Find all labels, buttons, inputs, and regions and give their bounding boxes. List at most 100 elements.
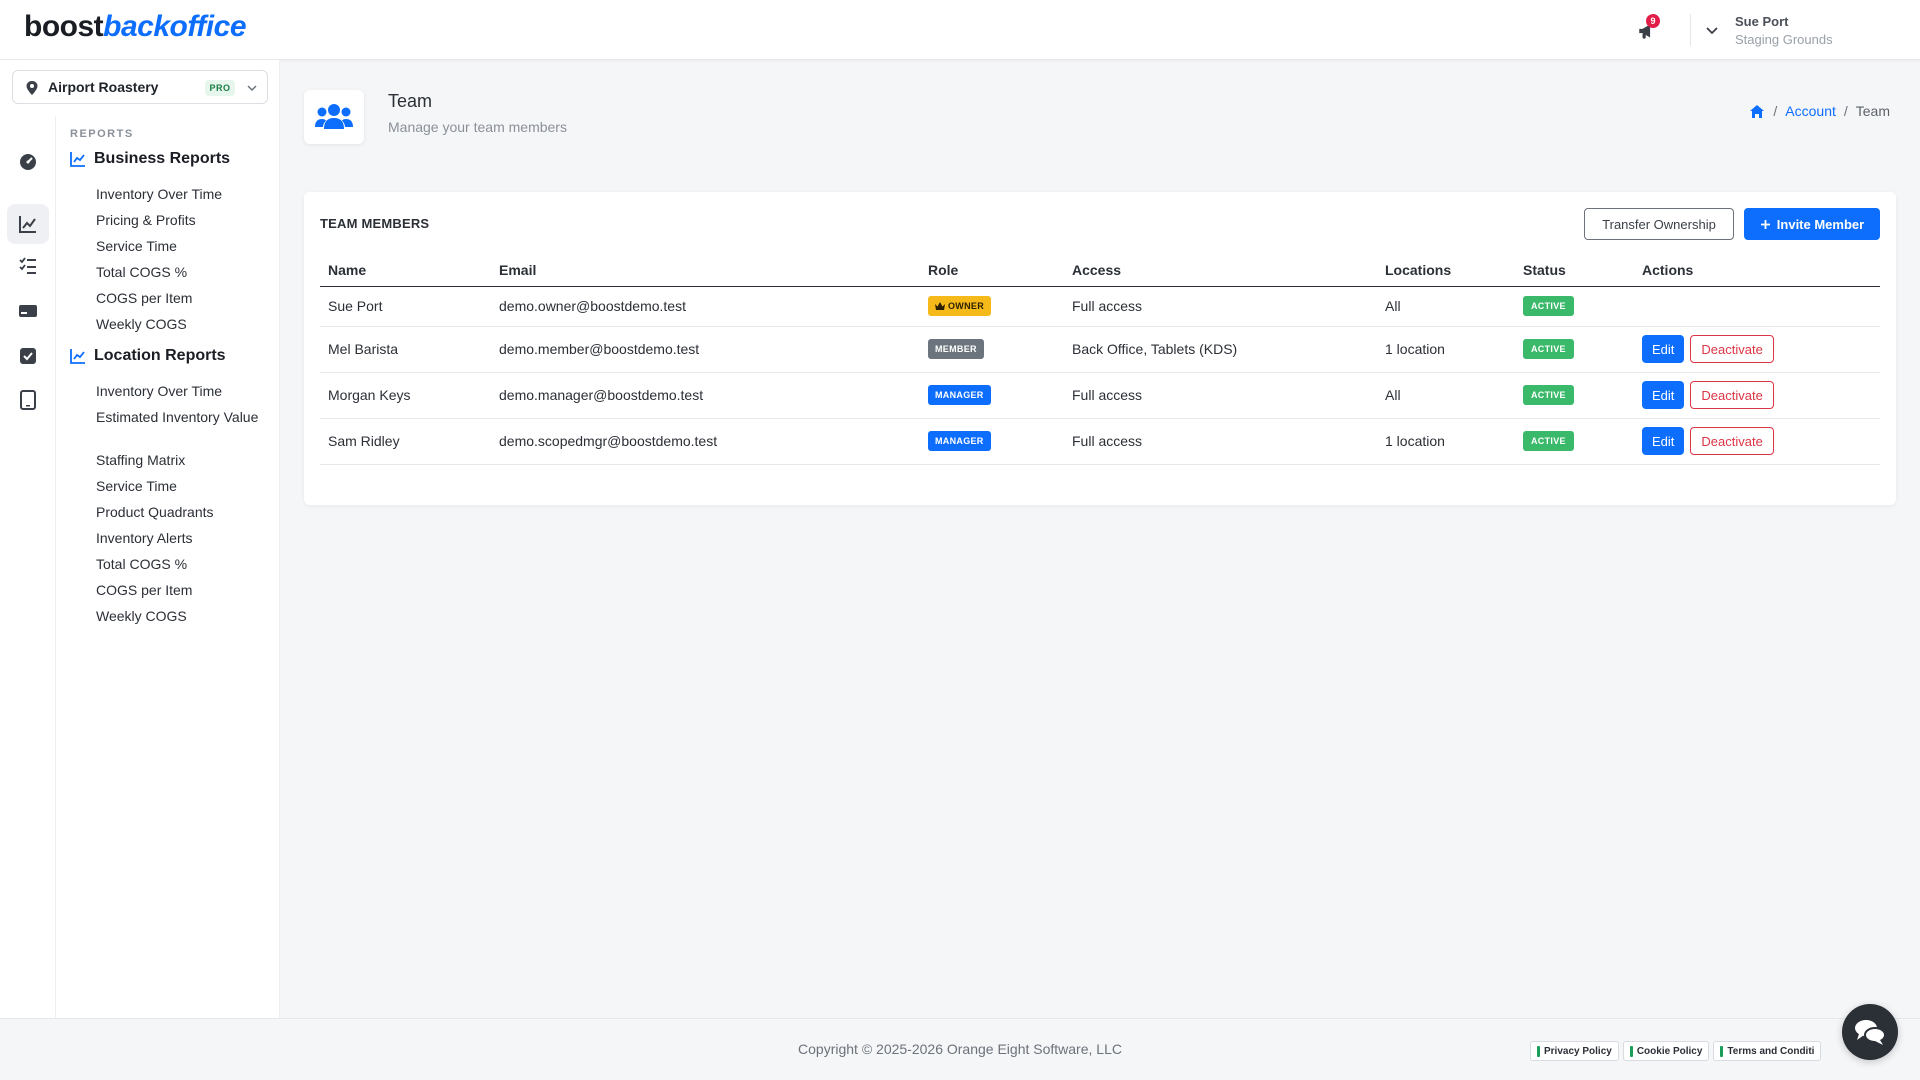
rail-approvals[interactable] <box>7 336 49 376</box>
column-header[interactable]: Email <box>491 254 920 287</box>
business-reports-title[interactable]: Business Reports <box>70 150 230 168</box>
column-header[interactable]: Role <box>920 254 1064 287</box>
member-name: Mel Barista <box>320 326 491 373</box>
team-members-card: TEAM MEMBERS Transfer Ownership Invite M… <box>304 192 1896 505</box>
deactivate-member-button[interactable]: Deactivate <box>1690 335 1774 363</box>
nav-pricing-profits[interactable]: Pricing & Profits <box>96 211 271 229</box>
nav-loc-weekly-cogs[interactable]: Weekly COGS <box>96 607 271 625</box>
nav-loc-total-cogs[interactable]: Total COGS % <box>96 555 271 573</box>
role-label: OWNER <box>948 301 984 311</box>
table-header-row: Name Email Role Access Locations Status … <box>320 254 1880 287</box>
column-header[interactable]: Name <box>320 254 491 287</box>
member-role: MEMBER <box>920 326 1064 373</box>
brand-logo-part2: backoffice <box>103 10 247 43</box>
member-actions: Edit Deactivate <box>1634 326 1880 373</box>
chart-line-icon <box>19 216 36 233</box>
column-header[interactable]: Status <box>1515 254 1634 287</box>
terms-link[interactable]: Terms and Conditi <box>1713 1041 1822 1061</box>
card-icon <box>19 305 37 317</box>
checklist-icon <box>19 257 36 274</box>
member-access: Full access <box>1064 372 1377 419</box>
cookie-policy-link[interactable]: Cookie Policy <box>1622 1041 1710 1061</box>
member-locations: 1 location <box>1377 418 1515 465</box>
nav-inventory-alerts[interactable]: Inventory Alerts <box>96 529 271 547</box>
edit-member-button[interactable]: Edit <box>1642 335 1685 363</box>
notification-count-badge: 9 <box>1646 14 1660 28</box>
breadcrumb-separator: / <box>1773 103 1778 119</box>
crown-icon <box>935 302 945 310</box>
nav-loc-cogs-per-item[interactable]: COGS per Item <box>96 581 271 599</box>
breadcrumb-account[interactable]: Account <box>1785 103 1836 119</box>
policy-mark-icon <box>1537 1045 1540 1057</box>
member-email: demo.owner@boostdemo.test <box>491 286 920 327</box>
map-pin-icon <box>26 81 38 95</box>
member-actions: Edit Deactivate <box>1634 372 1880 419</box>
rail-devices[interactable] <box>7 380 49 420</box>
privacy-policy-link[interactable]: Privacy Policy <box>1530 1041 1619 1061</box>
nav-service-time[interactable]: Service Time <box>96 237 271 255</box>
nav-loc-service-time[interactable]: Service Time <box>96 477 271 495</box>
transfer-ownership-button[interactable]: Transfer Ownership <box>1584 208 1734 240</box>
user-name[interactable]: Sue Port <box>1735 14 1788 29</box>
deactivate-member-button[interactable]: Deactivate <box>1690 427 1774 455</box>
chart-line-icon <box>70 349 85 364</box>
member-status: ACTIVE <box>1515 286 1634 327</box>
nav-loc-inventory-over-time[interactable]: Inventory Over Time <box>96 382 271 400</box>
footer: Copyright © 2025-2026 Orange Eight Softw… <box>0 1018 1920 1080</box>
rail-payments[interactable] <box>7 291 49 331</box>
edit-member-button[interactable]: Edit <box>1642 427 1685 455</box>
home-icon[interactable] <box>1749 104 1765 119</box>
role-badge-manager: MANAGER <box>928 385 991 405</box>
policy-link-label: Terms and Conditi <box>1727 1045 1815 1057</box>
policy-links: Privacy Policy Cookie Policy Terms and C… <box>1530 1041 1822 1061</box>
nav-staffing-matrix[interactable]: Staffing Matrix <box>96 451 271 469</box>
deactivate-member-button[interactable]: Deactivate <box>1690 381 1774 409</box>
member-actions: Edit Deactivate <box>1634 418 1880 465</box>
member-locations: All <box>1377 372 1515 419</box>
status-badge: ACTIVE <box>1523 339 1574 359</box>
nav-inventory-over-time[interactable]: Inventory Over Time <box>96 185 271 203</box>
plus-icon <box>1760 219 1770 229</box>
member-status: ACTIVE <box>1515 326 1634 373</box>
nav-weekly-cogs[interactable]: Weekly COGS <box>96 315 271 333</box>
edit-member-button[interactable]: Edit <box>1642 381 1685 409</box>
column-header[interactable]: Locations <box>1377 254 1515 287</box>
member-role: MANAGER <box>920 418 1064 465</box>
member-name: Sue Port <box>320 286 491 327</box>
location-name: Airport Roastery <box>48 79 159 95</box>
invite-member-button[interactable]: Invite Member <box>1744 208 1880 240</box>
member-locations: 1 location <box>1377 326 1515 373</box>
column-header[interactable]: Access <box>1064 254 1377 287</box>
table-row: Sue Port demo.owner@boostdemo.test OWNER… <box>320 286 1880 327</box>
rail-reports[interactable] <box>7 204 49 244</box>
location-selector[interactable]: Airport Roastery PRO <box>12 70 268 104</box>
nav-product-quadrants[interactable]: Product Quadrants <box>96 503 271 521</box>
icon-rail <box>0 116 56 1059</box>
user-organization: Staging Grounds <box>1735 32 1833 47</box>
chat-button[interactable] <box>1842 1004 1898 1060</box>
member-name: Sam Ridley <box>320 418 491 465</box>
reports-heading: REPORTS <box>70 128 134 140</box>
member-actions <box>1634 286 1880 327</box>
brand-logo-part1: boost <box>24 10 104 43</box>
brand-logo[interactable]: boostbackoffice <box>24 10 247 44</box>
chat-icon <box>1855 1020 1886 1045</box>
chart-line-icon <box>70 152 85 167</box>
status-badge: ACTIVE <box>1523 431 1574 451</box>
member-access: Full access <box>1064 286 1377 327</box>
nav-cogs-per-item[interactable]: COGS per Item <box>96 289 271 307</box>
status-badge: ACTIVE <box>1523 296 1574 316</box>
sidebar: Airport Roastery PRO REPORTS Business Re… <box>0 60 280 1059</box>
member-email: demo.manager@boostdemo.test <box>491 372 920 419</box>
checkbox-icon <box>20 348 36 364</box>
group-title-text: Location Reports <box>94 347 226 364</box>
rail-dashboard[interactable] <box>7 142 49 182</box>
policy-link-label: Privacy Policy <box>1544 1045 1612 1057</box>
chevron-down-icon[interactable] <box>1704 22 1720 38</box>
location-reports-title[interactable]: Location Reports <box>70 347 226 365</box>
rail-tasks[interactable] <box>7 246 49 286</box>
nav-estimated-inventory-value[interactable]: Estimated Inventory Value <box>96 408 271 426</box>
tablet-icon <box>20 390 36 410</box>
breadcrumb-current: Team <box>1855 103 1890 119</box>
nav-total-cogs[interactable]: Total COGS % <box>96 263 271 281</box>
